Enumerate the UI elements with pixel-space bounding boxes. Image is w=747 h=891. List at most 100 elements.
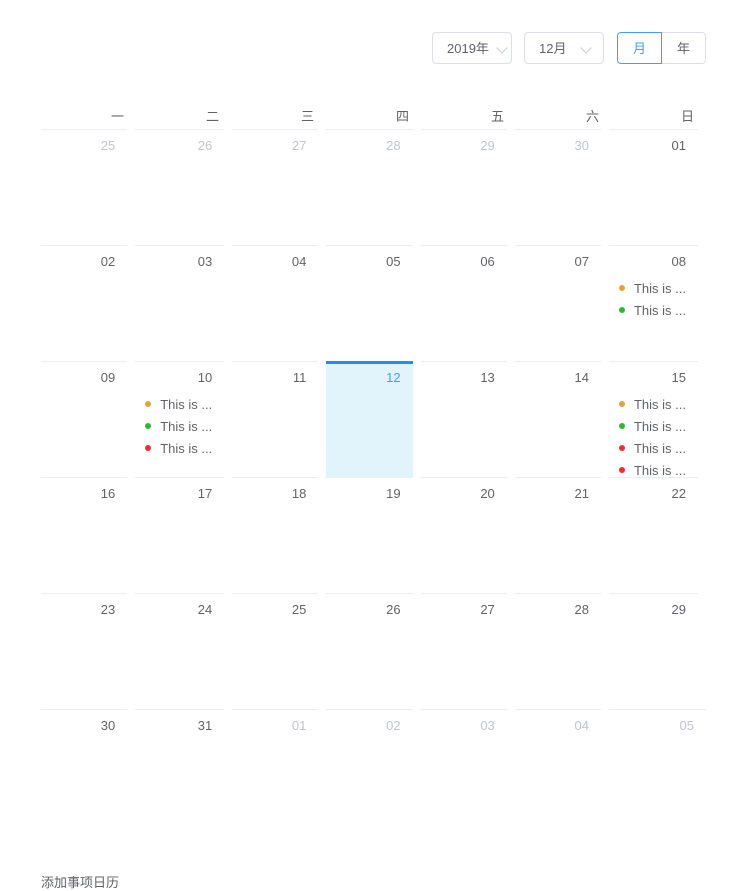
year-select-value: 2019年 [447, 41, 489, 56]
event-status-dot-icon [618, 467, 625, 473]
weekday-label-6: 日 [680, 109, 694, 124]
calendar-day-cell[interactable]: 12 [326, 361, 413, 477]
calendar-day-cell[interactable]: 09 [41, 361, 128, 477]
day-number: 30 [100, 718, 116, 733]
day-number: 01 [291, 718, 307, 733]
calendar-day-cell[interactable]: 21 [514, 477, 601, 593]
day-number: 04 [574, 718, 589, 733]
calendar-day-cell[interactable]: 29 [608, 593, 698, 709]
event-item[interactable]: This is ... [143, 393, 212, 415]
day-number: 02 [100, 254, 116, 269]
event-item[interactable]: This is ... [617, 277, 686, 299]
day-number: 01 [671, 138, 686, 153]
day-number: 13 [480, 370, 495, 385]
day-number: 23 [100, 602, 116, 617]
weekday-label-4: 五 [490, 109, 504, 124]
weekday-label-5: 六 [585, 109, 599, 124]
calendar-day-cell[interactable]: 18 [232, 477, 319, 593]
calendar-day-cell[interactable]: 28 [514, 593, 601, 709]
day-number: 07 [574, 254, 589, 269]
calendar-day-cell[interactable]: 06 [420, 245, 507, 361]
day-number: 30 [574, 138, 589, 153]
calendar-day-cell[interactable]: 27 [420, 593, 507, 709]
day-number: 21 [574, 486, 589, 501]
day-number: 10 [197, 370, 213, 385]
calendar-day-cell[interactable]: 07 [514, 245, 601, 361]
calendar-day-cell[interactable]: 01 [232, 709, 319, 825]
calendar-day-cell[interactable]: 31 [135, 709, 225, 825]
calendar-grid: 25 26 27 28 29 30 01 02 03 04 05 06 07 08 This is ... T… [41, 129, 706, 825]
calendar-day-cell[interactable]: 15 This is ... This is ... This is ... This … [608, 361, 698, 478]
day-number: 27 [291, 138, 307, 153]
calendar-day-cell[interactable]: 26 [326, 593, 413, 709]
day-number: 22 [671, 486, 686, 501]
calendar-day-cell[interactable]: 01 [608, 129, 698, 245]
day-number: 16 [100, 486, 116, 501]
calendar-day-cell[interactable]: 20 [420, 477, 507, 593]
view-toggle-month[interactable]: 月 [617, 31, 662, 64]
calendar-day-cell[interactable]: 03 [420, 709, 507, 825]
event-label: This is ... [633, 440, 686, 456]
calendar-day-cell[interactable]: 19 [326, 477, 413, 593]
day-number: 25 [291, 602, 307, 617]
event-label: This is ... [160, 440, 213, 456]
view-toggle-group: 月 年 [617, 31, 706, 64]
event-status-dot-icon [618, 285, 625, 291]
event-list: This is ... This is ... This is ... This is… [617, 393, 686, 481]
event-item[interactable]: This is ... [143, 415, 212, 437]
calendar-day-cell[interactable]: 25 [232, 593, 319, 709]
day-number: 29 [671, 602, 686, 617]
calendar-day-cell[interactable]: 25 [41, 129, 128, 245]
calendar-day-cell[interactable]: 17 [135, 477, 225, 593]
day-number: 28 [574, 602, 589, 617]
weekday-label-3: 四 [395, 109, 409, 124]
calendar-day-cell[interactable]: 22 [608, 477, 698, 593]
calendar-header: 2019年 12月 月 年 [41, 0, 706, 105]
calendar-day-cell[interactable]: 08 This is ... This is ... [608, 245, 698, 361]
event-label: This is ... [633, 280, 686, 296]
month-select[interactable]: 12月 [524, 31, 604, 64]
view-toggle-year[interactable]: 年 [661, 31, 706, 64]
calendar-day-cell[interactable]: 04 [514, 709, 601, 825]
weekday-label-2: 三 [300, 109, 314, 124]
event-status-dot-icon [618, 307, 625, 313]
day-number: 17 [197, 486, 213, 501]
day-number: 11 [292, 370, 307, 385]
event-item[interactable]: This is ... [617, 299, 686, 321]
calendar-day-cell[interactable]: 02 [326, 709, 413, 825]
calendar-day-cell[interactable]: 28 [326, 129, 413, 245]
calendar-day-cell[interactable]: 24 [135, 593, 225, 709]
calendar-day-cell[interactable]: 30 [514, 129, 601, 245]
day-number: 26 [386, 602, 401, 617]
calendar-day-cell[interactable]: 10 This is ... This is ... This is ... [135, 361, 225, 477]
calendar-day-cell[interactable]: 29 [420, 129, 507, 245]
day-number: 02 [386, 718, 401, 733]
day-number: 05 [386, 254, 401, 269]
calendar-day-cell[interactable]: 11 [232, 361, 319, 477]
calendar-day-cell[interactable]: 02 [41, 245, 128, 361]
calendar-day-cell[interactable]: 16 [41, 477, 128, 593]
day-number: 27 [480, 602, 495, 617]
event-item[interactable]: This is ... [617, 393, 686, 415]
calendar-day-cell[interactable]: 05 [326, 245, 413, 361]
chevron-down-icon [581, 42, 593, 54]
calendar-day-cell[interactable]: 03 [135, 245, 225, 361]
day-number: 08 [671, 254, 686, 269]
calendar-day-cell[interactable]: 13 [420, 361, 507, 477]
calendar-day-cell[interactable]: 27 [232, 129, 319, 245]
event-item[interactable]: This is ... [617, 437, 686, 459]
event-status-dot-icon [618, 401, 625, 407]
day-number: 15 [671, 370, 686, 385]
calendar-day-cell[interactable]: 04 [232, 245, 319, 361]
calendar-day-cell[interactable]: 23 [41, 593, 128, 709]
year-select[interactable]: 2019年 [432, 31, 512, 64]
event-item[interactable]: This is ... [617, 415, 686, 437]
calendar-day-cell[interactable]: 26 [135, 129, 225, 245]
calendar-day-cell[interactable]: 30 [41, 709, 128, 825]
calendar-day-cell[interactable]: 14 [514, 361, 601, 477]
event-label: This is ... [160, 396, 213, 412]
event-item[interactable]: This is ... [143, 437, 212, 459]
day-number: 06 [480, 254, 495, 269]
weekday-label-0: 一 [110, 109, 124, 124]
calendar-day-cell[interactable]: 05 [608, 709, 706, 825]
